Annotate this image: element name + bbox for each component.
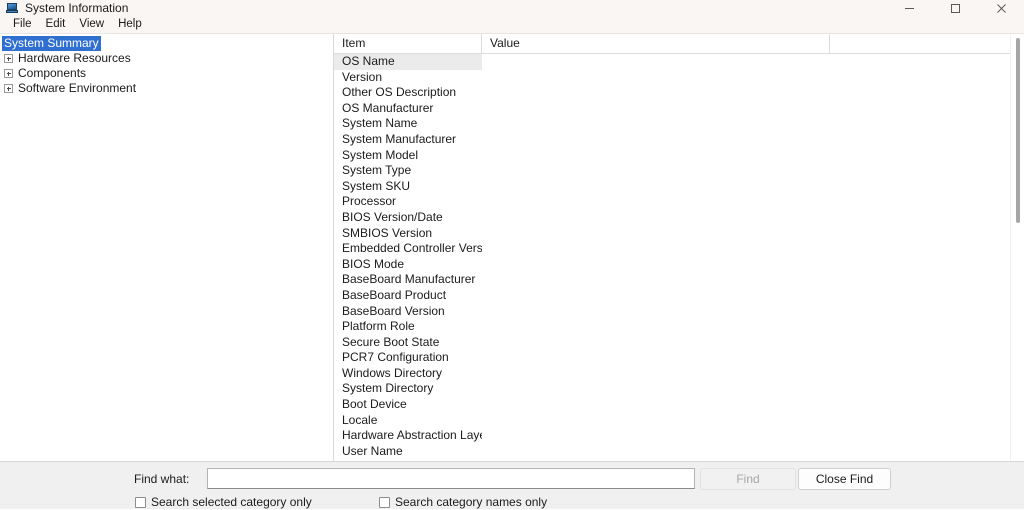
find-bar: Find what: Find Close Find Search select… (0, 461, 1024, 509)
table-row[interactable]: System SKU (334, 179, 1024, 195)
system-information-window: System Information File Edit View Help S… (0, 0, 1024, 509)
table-row[interactable]: Platform Role (334, 319, 1024, 335)
list-column-headers: Item Value (334, 34, 1024, 54)
details-list: Item Value OS Name Version Other OS Descri… (334, 34, 1024, 461)
checkbox-icon[interactable] (379, 496, 390, 508)
cell-item: PCR7 Configuration (342, 350, 449, 365)
cell-item: BaseBoard Version (342, 303, 445, 318)
table-row[interactable]: PCR7 Configuration (334, 350, 1024, 366)
cell-item: System Directory (342, 381, 434, 396)
table-row[interactable]: Locale (334, 413, 1024, 429)
close-icon[interactable] (978, 0, 1024, 16)
table-row[interactable]: User Name (334, 444, 1024, 460)
cell-item: Version (342, 69, 383, 84)
system-information-icon (6, 2, 19, 15)
table-row[interactable]: BaseBoard Manufacturer (334, 272, 1024, 288)
cell-item: Platform Role (342, 319, 415, 334)
menu-item-edit[interactable]: Edit (39, 16, 73, 33)
table-row[interactable]: System Manufacturer (334, 132, 1024, 148)
cell-item: System Type (342, 163, 412, 178)
table-row[interactable]: SMBIOS Version (334, 226, 1024, 242)
cell-item: System Name (342, 116, 418, 131)
table-row[interactable]: BIOS Mode (334, 257, 1024, 273)
table-row[interactable]: Other OS Description (334, 85, 1024, 101)
tree-item-label: Software Environment (18, 81, 137, 95)
cell-item: BaseBoard Product (342, 287, 447, 302)
table-row[interactable]: System Name (334, 116, 1024, 132)
table-row[interactable]: BIOS Version/Date (334, 210, 1024, 226)
cell-item: OS Name (334, 54, 482, 70)
column-header-item[interactable]: Item (334, 34, 482, 53)
scrollbar-thumb[interactable] (1016, 38, 1020, 223)
search-selected-category-checkbox[interactable]: Search selected category only (135, 494, 312, 510)
table-row[interactable]: Secure Boot State (334, 335, 1024, 351)
cell-item: Locale (342, 412, 378, 427)
menu-item-view[interactable]: View (72, 16, 111, 33)
table-row[interactable]: BaseBoard Version (334, 304, 1024, 320)
cell-item: Windows Directory (342, 365, 443, 380)
main-content: System Summary Hardware Resources Compon… (0, 34, 1024, 461)
expand-plus-icon[interactable] (4, 69, 13, 78)
table-row[interactable]: BaseBoard Product (334, 288, 1024, 304)
cell-item: System Manufacturer (342, 131, 457, 146)
tree-item-label: Hardware Resources (18, 51, 131, 65)
cell-item: Embedded Controller Version (342, 241, 482, 256)
cell-item: Secure Boot State (342, 334, 440, 349)
cell-item: User Name (342, 443, 403, 458)
title-bar: System Information (0, 0, 1024, 16)
window-title: System Information (25, 1, 129, 15)
cell-item: Other OS Description (342, 85, 457, 100)
column-header-value[interactable]: Value (482, 34, 830, 53)
table-row[interactable]: OS Name (334, 54, 1024, 70)
find-controls-row: Find what: Find Close Find (0, 468, 1024, 490)
cell-item: BIOS Version/Date (342, 209, 443, 224)
menu-item-help[interactable]: Help (111, 16, 149, 33)
list-row-container: OS Name Version Other OS Description OS Man… (334, 54, 1024, 459)
table-row[interactable]: Windows Directory (334, 366, 1024, 382)
table-row[interactable]: OS Manufacturer (334, 101, 1024, 117)
cell-item: Processor (342, 194, 397, 209)
table-row[interactable]: Boot Device (334, 397, 1024, 413)
checkbox-label: Search category names only (395, 495, 548, 509)
tree-item-hardware-resources[interactable]: Hardware Resources (0, 51, 333, 66)
maximize-icon[interactable] (932, 0, 978, 16)
table-row[interactable]: Embedded Controller Version (334, 241, 1024, 257)
vertical-scrollbar[interactable] (1010, 34, 1024, 461)
close-find-button[interactable]: Close Find (798, 468, 891, 490)
table-row[interactable]: System Model (334, 148, 1024, 164)
checkbox-label: Search selected category only (151, 495, 312, 509)
table-row[interactable]: Hardware Abstraction Layer (334, 428, 1024, 444)
cell-item: BIOS Mode (342, 256, 405, 271)
table-row[interactable]: Processor (334, 194, 1024, 210)
category-tree[interactable]: System Summary Hardware Resources Compon… (0, 34, 334, 461)
expand-plus-icon[interactable] (4, 84, 13, 93)
find-options-row: Search selected category only Search cat… (0, 494, 1024, 510)
table-row[interactable]: System Type (334, 163, 1024, 179)
menu-item-file[interactable]: File (6, 16, 39, 33)
window-controls (886, 0, 1024, 16)
cell-item: Hardware Abstraction Layer (342, 428, 482, 443)
find-input[interactable] (207, 468, 695, 489)
tree-item-system-summary[interactable]: System Summary (0, 36, 333, 51)
cell-item: Boot Device (342, 397, 407, 412)
column-header-filler (830, 34, 1024, 53)
table-row[interactable]: System Directory (334, 381, 1024, 397)
tree-item-components[interactable]: Components (0, 66, 333, 81)
tree-item-label: Components (18, 66, 87, 80)
menu-bar: File Edit View Help (0, 16, 1024, 34)
cell-item: System SKU (342, 178, 411, 193)
find-button[interactable]: Find (700, 468, 796, 490)
checkbox-icon[interactable] (135, 496, 146, 508)
search-category-names-checkbox[interactable]: Search category names only (379, 494, 547, 510)
cell-item: BaseBoard Manufacturer (342, 272, 476, 287)
cell-item: SMBIOS Version (342, 225, 433, 240)
table-row[interactable]: Version (334, 70, 1024, 86)
cell-item: OS Manufacturer (342, 100, 434, 115)
expand-plus-icon[interactable] (4, 54, 13, 63)
cell-item: System Model (342, 147, 419, 162)
minimize-icon[interactable] (886, 0, 932, 16)
find-what-label: Find what: (134, 472, 190, 486)
tree-item-software-environment[interactable]: Software Environment (0, 81, 333, 96)
tree-item-label: System Summary (2, 36, 101, 51)
